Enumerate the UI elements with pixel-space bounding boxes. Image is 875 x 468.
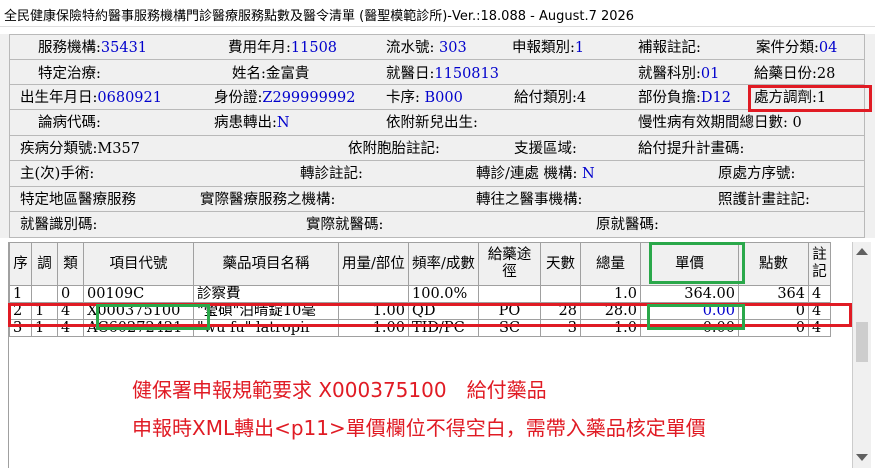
special-area-field: 特定地區醫療服務: [20, 192, 136, 208]
col-header[interactable]: 項目代號: [83, 242, 194, 286]
row-divider: [9, 160, 865, 161]
col-header[interactable]: 給藥途徑: [478, 242, 541, 286]
declare-type-field: 申報類別:1: [512, 40, 585, 56]
support-area-field: 支援區域:: [514, 141, 577, 157]
col-header[interactable]: 調: [31, 242, 58, 286]
col-header[interactable]: 用量/部位: [338, 242, 409, 286]
fee-month-field: 費用年月:11508: [228, 40, 338, 56]
patient-name-field: 姓名:金富貴: [232, 66, 310, 82]
copay-field: 部份負擔:D12: [638, 90, 731, 106]
annotation-green-box-code: [96, 304, 210, 330]
annotation-green-box-header: [649, 242, 745, 284]
care-plan-field: 照護計畫註記:: [718, 192, 810, 208]
annotation-note-line1: 健保署申報規範要求 X000375100 給付藥品: [132, 378, 547, 402]
original-rx-no-field: 原處方序號:: [718, 166, 796, 182]
window-titlebar: 全民健康保險特約醫事服務機構門診醫療服務點數及醫令清單 (醫聖模範診所)-Ver…: [0, 0, 875, 27]
row-divider: [9, 59, 865, 60]
scroll-down-icon[interactable]: [856, 454, 868, 461]
row-divider: [9, 211, 865, 212]
special-treatment-field: 特定治療:: [38, 66, 101, 82]
row-divider: [9, 84, 865, 85]
supplement-note-field: 補報註記:: [638, 40, 701, 56]
cell-note[interactable]: 4: [808, 285, 831, 303]
cell-item-code[interactable]: 00109C: [83, 285, 194, 303]
row-divider: [9, 109, 865, 110]
claim-form: 服務機構:35431 費用年月:11508 流水號: 303 申報類別:1 補報…: [0, 34, 875, 238]
cell-frequency[interactable]: 100.0%: [408, 285, 479, 303]
annotation-note-line2: 申報時XML轉出<p11>單價欄位不得空白，需帶入藥品核定單價: [132, 416, 706, 440]
referral-note-field: 轉診註記:: [300, 166, 363, 182]
col-header[interactable]: 總量: [580, 242, 641, 286]
row-divider: [9, 186, 865, 187]
annotation-red-box-dispense: [748, 85, 872, 112]
cell-points[interactable]: 364: [738, 285, 809, 303]
original-visit-code-field: 原就醫碼:: [596, 217, 659, 233]
window-title: 全民健康保險特約醫事服務機構門診醫療服務點數及醫令清單 (醫聖模範診所)-Ver…: [4, 9, 635, 24]
patient-transfer-field: 病患轉出:N: [214, 115, 290, 131]
cell-total[interactable]: 1.0: [580, 285, 641, 303]
row-divider: [9, 135, 865, 136]
surgery-field: 主(次)手術:: [20, 166, 95, 182]
payment-type-field: 給付類別:4: [514, 90, 587, 106]
department-field: 就醫科別:01: [638, 66, 720, 82]
cell-seq[interactable]: 1: [9, 285, 32, 303]
disease-code-field: 疾病分類號:M357: [20, 141, 140, 157]
id-number-field: 身份證:Z299999992: [214, 90, 356, 106]
col-header[interactable]: 點數: [738, 242, 809, 286]
actual-service-org-field: 實際醫療服務之機構:: [200, 192, 336, 208]
chronic-days-field: 慢性病有效期間總日數: 0: [638, 115, 802, 131]
case-category-field: 案件分類:04: [756, 40, 838, 56]
col-header[interactable]: 天數: [540, 242, 581, 286]
cell-item-name[interactable]: 診察費: [193, 285, 339, 303]
birth-date-field: 出生年月日:0680921: [20, 90, 162, 106]
cell-days[interactable]: [540, 285, 581, 303]
cell-adjust[interactable]: [31, 285, 58, 303]
col-header[interactable]: 註記: [808, 242, 831, 286]
col-header[interactable]: 頻率/成數: [408, 242, 479, 286]
col-header[interactable]: 類: [57, 242, 84, 286]
visit-date-field: 就醫日:1150813: [386, 66, 499, 82]
table-row[interactable]: 1 0 00109C 診察費 100.0% 1.0 364.00 364 4: [9, 285, 831, 303]
col-header[interactable]: 序: [9, 242, 32, 286]
transfer-to-org-field: 轉往之醫事機構:: [476, 192, 583, 208]
vertical-scrollbar[interactable]: [852, 242, 871, 468]
visit-id-field: 就醫識別碼:: [20, 217, 98, 233]
actual-visit-code-field: 實際就醫碼:: [306, 217, 384, 233]
cell-unit-price[interactable]: 364.00: [640, 285, 739, 303]
service-org-field: 服務機構:35431: [38, 40, 148, 56]
referral-org-field: 轉診/連處 機構: N: [476, 166, 595, 182]
col-header[interactable]: 藥品項目名稱: [193, 242, 339, 286]
payment-plan-field: 給付提升計畫碼:: [638, 141, 745, 157]
card-seq-field: 卡序: B000: [386, 90, 463, 106]
serial-no-field: 流水號: 303: [386, 40, 467, 56]
cell-route[interactable]: [478, 285, 541, 303]
twin-note-field: 依附胞胎註記:: [348, 141, 440, 157]
scroll-up-icon[interactable]: [856, 248, 868, 255]
scroll-thumb[interactable]: [856, 322, 868, 362]
newborn-field: 依附新兒出生:: [386, 115, 478, 131]
annotation-green-box-price: [647, 304, 745, 330]
cell-dose[interactable]: [338, 285, 409, 303]
drug-days-field: 給藥日份:28: [754, 66, 836, 82]
cell-type[interactable]: 0: [57, 285, 84, 303]
case-payment-code-field: 論病代碼:: [38, 115, 101, 131]
